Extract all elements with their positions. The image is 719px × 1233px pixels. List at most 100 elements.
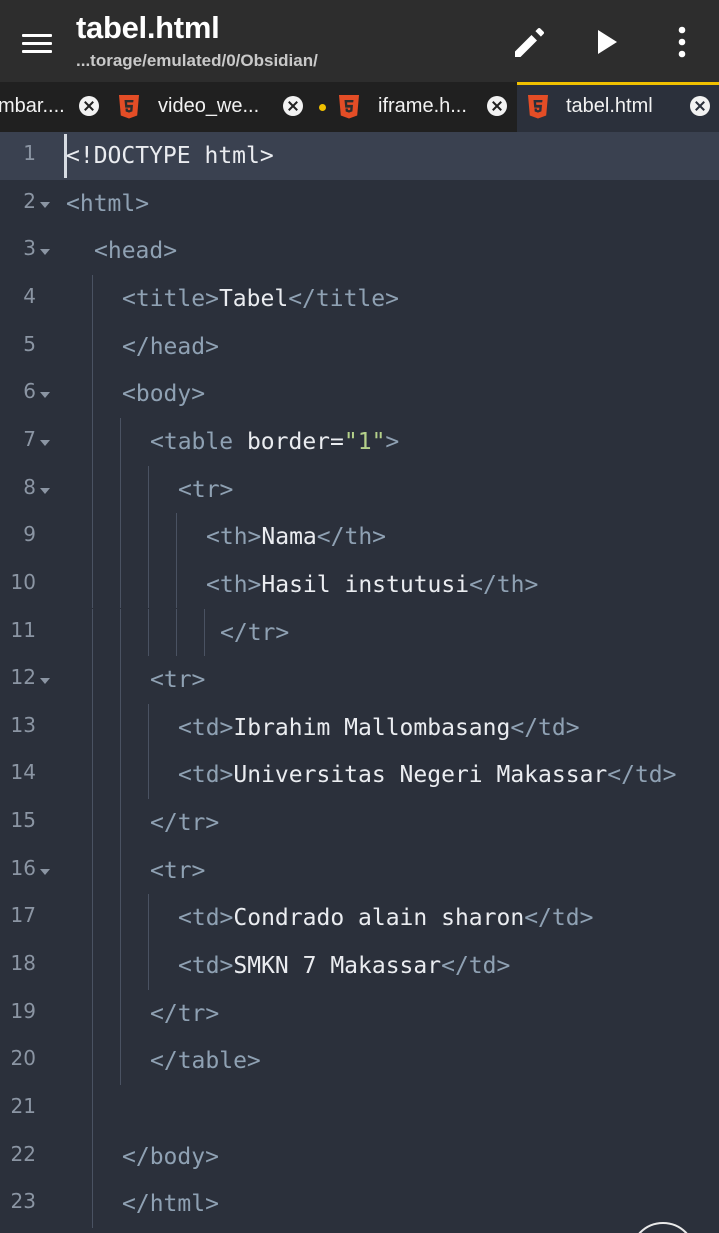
code-line[interactable]: 23 </html>: [0, 1180, 719, 1228]
code-text: <title>Tabel</title>: [122, 285, 399, 312]
html5-icon: [527, 94, 549, 120]
indent-guide: [120, 846, 121, 895]
code-text: <td>Condrado alain sharon</td>: [178, 905, 594, 932]
indent-guide: [92, 703, 93, 752]
text-cursor: [64, 134, 67, 178]
indent-guide: [120, 656, 121, 704]
code-line[interactable]: 11 </tr>: [0, 608, 719, 657]
indent-guide: [92, 1132, 93, 1181]
code-line[interactable]: 2 <html>: [0, 180, 719, 228]
indent-guide: [176, 608, 177, 657]
code-line[interactable]: 1 <!DOCTYPE html>: [0, 132, 719, 180]
indent-guide: [120, 799, 121, 847]
code-text: <td>SMKN 7 Makassar</td>: [178, 953, 511, 980]
tab-label: iframe.h...: [378, 95, 467, 117]
play-icon[interactable]: [584, 18, 632, 66]
code-text: <!DOCTYPE html>: [66, 143, 274, 169]
indent-guide: [120, 513, 121, 561]
code-line[interactable]: 15 </tr>: [0, 799, 719, 847]
line-number: 5: [23, 331, 36, 356]
indent-guide: [92, 989, 93, 1038]
code-editor[interactable]: 1 <!DOCTYPE html> 2 <html> 3 <head> 4 <title>Ta…: [0, 132, 719, 1233]
line-number: 3: [23, 236, 36, 261]
fold-arrow-icon[interactable]: [40, 249, 50, 256]
indent-guide: [92, 322, 93, 371]
fold-arrow-icon[interactable]: [40, 439, 50, 446]
indent-guide: [92, 513, 93, 561]
indent-guide: [92, 846, 93, 895]
code-line[interactable]: 8 <tr>: [0, 465, 719, 514]
indent-guide: [148, 465, 149, 514]
menu-icon[interactable]: [16, 22, 60, 66]
code-line[interactable]: 14 <td>Universitas Negeri Makassar</td>: [0, 751, 719, 800]
pencil-icon[interactable]: [506, 18, 554, 66]
close-icon[interactable]: [283, 96, 303, 116]
line-number: 19: [10, 998, 36, 1023]
indent-guide: [204, 608, 205, 657]
code-line[interactable]: 18 <td>SMKN 7 Makassar</td>: [0, 942, 719, 990]
tab-label: mbar....: [0, 95, 65, 117]
indent-guide: [92, 1085, 93, 1133]
tab-gambar[interactable]: mbar....: [0, 82, 108, 132]
indent-guide: [92, 799, 93, 847]
code-line[interactable]: 4 <title>Tabel</title>: [0, 274, 719, 323]
code-line[interactable]: 17 <td>Condrado alain sharon</td>: [0, 894, 719, 943]
tab-label: tabel.html: [566, 95, 653, 117]
indent-guide: [120, 942, 121, 990]
indent-guide: [148, 751, 149, 800]
indent-guide: [120, 751, 121, 800]
close-icon[interactable]: [487, 96, 507, 116]
code-line[interactable]: 22 </body>: [0, 1132, 719, 1181]
tab-tabel-active[interactable]: tabel.html: [517, 82, 719, 132]
code-line[interactable]: 19 </tr>: [0, 989, 719, 1038]
tab-video[interactable]: video_we...: [108, 82, 314, 132]
code-line[interactable]: 5 </head>: [0, 322, 719, 371]
code-line[interactable]: 12 <tr>: [0, 656, 719, 704]
indent-guide: [176, 560, 177, 609]
code-line[interactable]: 16 <tr>: [0, 846, 719, 895]
code-line[interactable]: 7 <table border="1">: [0, 417, 719, 466]
code-text: <td>Ibrahim Mallombasang</td>: [178, 714, 580, 741]
line-number: 16: [10, 855, 36, 880]
code-line[interactable]: 6 <body>: [0, 370, 719, 418]
code-line[interactable]: 21: [0, 1085, 719, 1133]
fold-arrow-icon[interactable]: [40, 487, 50, 494]
code-text: </tr>: [150, 1000, 220, 1027]
indent-guide: [120, 894, 121, 943]
code-text: <head>: [94, 238, 178, 265]
code-line[interactable]: 13 <td>Ibrahim Mallombasang</td>: [0, 703, 719, 752]
line-number: 10: [10, 569, 36, 594]
indent-guide: [148, 560, 149, 609]
code-text: </body>: [122, 1143, 219, 1170]
indent-guide: [92, 370, 93, 418]
indent-guide: [92, 1180, 93, 1228]
more-vert-icon[interactable]: [658, 18, 706, 66]
code-text: </head>: [122, 333, 219, 360]
unsaved-dot-icon: [319, 104, 326, 111]
code-line[interactable]: 20 </table>: [0, 1037, 719, 1085]
code-text: <th>Nama</th>: [206, 524, 387, 551]
code-line[interactable]: 9 <th>Nama</th>: [0, 513, 719, 561]
line-number: 17: [10, 903, 36, 928]
indent-guide: [92, 894, 93, 943]
fold-arrow-icon[interactable]: [40, 392, 50, 399]
line-number: 22: [10, 1141, 36, 1166]
indent-guide: [120, 608, 121, 657]
indent-guide: [120, 417, 121, 466]
line-number: 2: [23, 188, 36, 213]
code-text: <tr>: [178, 476, 234, 503]
code-line[interactable]: 3 <head>: [0, 227, 719, 275]
indent-guide: [92, 751, 93, 800]
indent-guide: [92, 608, 93, 657]
code-line[interactable]: 10 <th>Hasil instutusi</th>: [0, 560, 719, 609]
indent-guide: [148, 894, 149, 943]
fold-arrow-icon[interactable]: [40, 201, 50, 208]
tab-iframe[interactable]: iframe.h...: [314, 82, 517, 132]
indent-guide: [148, 608, 149, 657]
line-number: 13: [10, 712, 36, 737]
close-icon[interactable]: [79, 96, 99, 116]
line-number: 6: [23, 379, 36, 404]
fold-arrow-icon[interactable]: [40, 868, 50, 875]
fold-arrow-icon[interactable]: [40, 678, 50, 685]
close-icon[interactable]: [690, 96, 710, 116]
